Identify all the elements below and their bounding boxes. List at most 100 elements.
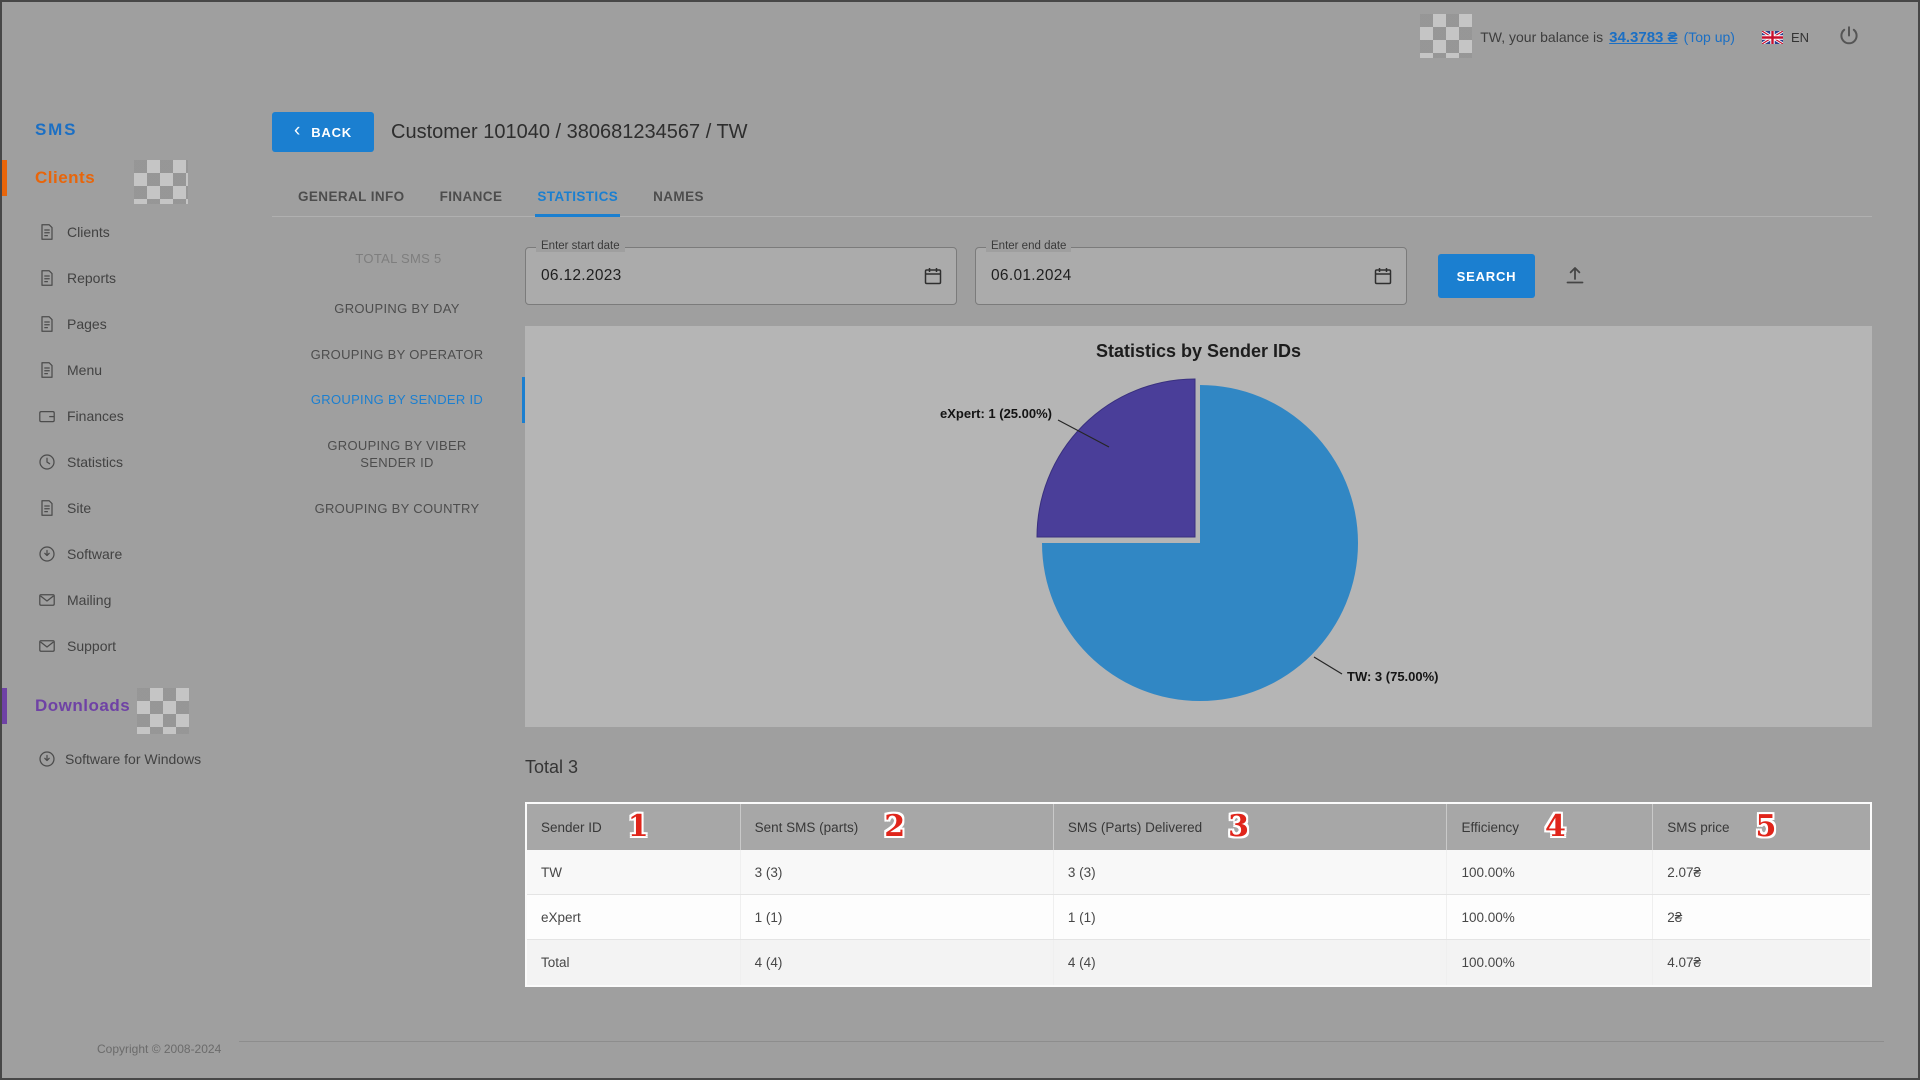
calendar-icon[interactable] bbox=[923, 266, 943, 286]
sidebar-item-label: Finances bbox=[67, 408, 124, 424]
page-icon bbox=[38, 223, 56, 241]
downloads-accent-bar bbox=[2, 688, 7, 724]
subnav-grouping-by-day[interactable]: GROUPING BY DAY bbox=[272, 286, 525, 332]
main-content: ‹ BACK Customer 101040 / 380681234567 / … bbox=[252, 72, 1918, 1078]
cell-efficiency: 100.00% bbox=[1447, 850, 1653, 894]
subnav-grouping-by-viber-sender-id[interactable]: GROUPING BY VIBER SENDER ID bbox=[272, 423, 525, 486]
download-icon bbox=[38, 545, 56, 563]
sidebar-section-clients[interactable]: Clients bbox=[2, 158, 252, 198]
sidebar-item-statistics[interactable]: Statistics bbox=[2, 439, 252, 485]
power-icon bbox=[1836, 24, 1862, 50]
page-header: ‹ BACK Customer 101040 / 380681234567 / … bbox=[272, 112, 1872, 152]
sidebar-item-mailing[interactable]: Mailing bbox=[2, 577, 252, 623]
end-date-label: Enter end date bbox=[986, 240, 1071, 252]
cell-sent-sms: 4 (4) bbox=[741, 940, 1054, 985]
sidebar-item-label: Statistics bbox=[67, 454, 123, 470]
table-row: TW 3 (3) 3 (3) 100.00% 2.07₴ bbox=[527, 850, 1870, 895]
cell-sms-price: 4.07₴ bbox=[1653, 940, 1870, 985]
sidebar-item-menu[interactable]: Menu bbox=[2, 347, 252, 393]
download-item-label: Software for Windows bbox=[65, 751, 201, 767]
cell-sender-id: eXpert bbox=[527, 895, 741, 939]
language-switcher[interactable]: EN bbox=[1762, 30, 1809, 45]
sidebar-item-label: Reports bbox=[67, 270, 116, 286]
callout-4: 4 bbox=[1545, 812, 1566, 842]
callout-2: 2 bbox=[884, 812, 905, 842]
sidebar-item-software-for-windows[interactable]: Software for Windows bbox=[2, 748, 252, 770]
back-button[interactable]: ‹ BACK bbox=[272, 112, 374, 152]
logout-button[interactable] bbox=[1836, 24, 1862, 50]
sender-id-pie-chart: eXpert: 1 (25.00%) TW: 3 (75.00%) bbox=[525, 371, 1872, 727]
sidebar-section-downloads[interactable]: Downloads bbox=[2, 686, 252, 726]
callout-1: 1 bbox=[628, 812, 649, 842]
tw-leader-line bbox=[1314, 657, 1342, 674]
column-header-sender-id: Sender ID 1 bbox=[527, 804, 741, 850]
sidebar: SMS Clients Clients Reports Pages Menu F… bbox=[2, 72, 252, 1078]
pixel-decoration bbox=[137, 688, 189, 734]
pie-slice-expert bbox=[1037, 379, 1195, 537]
page-icon bbox=[38, 499, 56, 517]
subnav-grouping-by-sender-id[interactable]: GROUPING BY SENDER ID bbox=[272, 377, 525, 423]
topbar: TW, your balance is 34.3783 ₴ (Top up) E… bbox=[2, 2, 1918, 72]
table-header-row: Sender ID 1 Sent SMS (parts) 2 SMS (Part… bbox=[527, 804, 1870, 850]
statistics-subnav: TOTAL SMS 5 GROUPING BY DAY GROUPING BY … bbox=[272, 247, 525, 531]
sidebar-item-label: Pages bbox=[67, 316, 107, 332]
download-icon bbox=[38, 750, 56, 768]
calendar-icon[interactable] bbox=[1373, 266, 1393, 286]
tab-statistics[interactable]: STATISTICS bbox=[535, 180, 620, 216]
callout-3: 3 bbox=[1228, 812, 1249, 842]
downloads-section-label: Downloads bbox=[35, 696, 130, 716]
cell-delivered: 1 (1) bbox=[1054, 895, 1448, 939]
subnav-grouping-by-country[interactable]: GROUPING BY COUNTRY bbox=[272, 486, 525, 532]
results-total-label: Total 3 bbox=[525, 757, 1872, 778]
top-up-link[interactable]: (Top up) bbox=[1684, 29, 1735, 45]
export-button[interactable] bbox=[1563, 263, 1587, 287]
page-icon bbox=[38, 315, 56, 333]
cell-sms-price: 2₴ bbox=[1653, 895, 1870, 939]
sidebar-item-label: Clients bbox=[67, 224, 110, 240]
clients-section-label: Clients bbox=[35, 168, 95, 188]
sidebar-item-finances[interactable]: Finances bbox=[2, 393, 252, 439]
chart-title: Statistics by Sender IDs bbox=[525, 341, 1872, 362]
clock-icon bbox=[38, 453, 56, 471]
pie-chart-panel: Statistics by Sender IDs eXpert: 1 (25.0… bbox=[525, 326, 1872, 727]
end-date-input[interactable]: Enter end date 06.01.2024 bbox=[975, 247, 1407, 305]
start-date-input[interactable]: Enter start date 06.12.2023 bbox=[525, 247, 957, 305]
cell-efficiency: 100.00% bbox=[1447, 895, 1653, 939]
sender-id-table: Sender ID 1 Sent SMS (parts) 2 SMS (Part… bbox=[525, 802, 1872, 987]
subnav-grouping-by-operator[interactable]: GROUPING BY OPERATOR bbox=[272, 332, 525, 378]
sidebar-item-site[interactable]: Site bbox=[2, 485, 252, 531]
sidebar-item-clients[interactable]: Clients bbox=[2, 209, 252, 255]
sidebar-item-label: Site bbox=[67, 500, 91, 516]
cell-sender-id: Total bbox=[527, 940, 741, 985]
tab-bar: GENERAL INFO FINANCE STATISTICS NAMES bbox=[272, 180, 1872, 217]
cell-delivered: 4 (4) bbox=[1054, 940, 1448, 985]
sidebar-item-support[interactable]: Support bbox=[2, 623, 252, 669]
expert-slice-annotation: eXpert: 1 (25.00%) bbox=[940, 406, 1052, 421]
start-date-value: 06.12.2023 bbox=[541, 267, 622, 285]
cell-delivered: 3 (3) bbox=[1054, 850, 1448, 894]
sidebar-item-reports[interactable]: Reports bbox=[2, 255, 252, 301]
cell-sms-price: 2.07₴ bbox=[1653, 850, 1870, 894]
balance-amount-link[interactable]: 34.3783 ₴ bbox=[1609, 29, 1677, 46]
column-header-efficiency: Efficiency 4 bbox=[1447, 804, 1653, 850]
tab-finance[interactable]: FINANCE bbox=[438, 180, 505, 216]
page-icon bbox=[38, 361, 56, 379]
sidebar-item-software[interactable]: Software bbox=[2, 531, 252, 577]
page-icon bbox=[38, 269, 56, 287]
table-row: eXpert 1 (1) 1 (1) 100.00% 2₴ bbox=[527, 895, 1870, 940]
sidebar-brand-sms[interactable]: SMS bbox=[2, 120, 252, 140]
clients-accent-bar bbox=[2, 160, 7, 196]
tab-names[interactable]: NAMES bbox=[651, 180, 706, 216]
search-button[interactable]: SEARCH bbox=[1438, 254, 1535, 298]
sidebar-item-pages[interactable]: Pages bbox=[2, 301, 252, 347]
sidebar-item-label: Support bbox=[67, 638, 116, 654]
balance-prefix: TW, your balance is bbox=[1480, 29, 1603, 45]
uk-flag-icon bbox=[1762, 31, 1783, 44]
table-row-total: Total 4 (4) 4 (4) 100.00% 4.07₴ bbox=[527, 940, 1870, 985]
sidebar-item-label: Menu bbox=[67, 362, 102, 378]
wallet-icon bbox=[38, 407, 56, 425]
mail-icon bbox=[38, 591, 56, 609]
date-filter-row: Enter start date 06.12.2023 Enter end da… bbox=[525, 247, 1872, 305]
tab-general-info[interactable]: GENERAL INFO bbox=[296, 180, 407, 216]
tw-slice-annotation: TW: 3 (75.00%) bbox=[1347, 669, 1439, 684]
